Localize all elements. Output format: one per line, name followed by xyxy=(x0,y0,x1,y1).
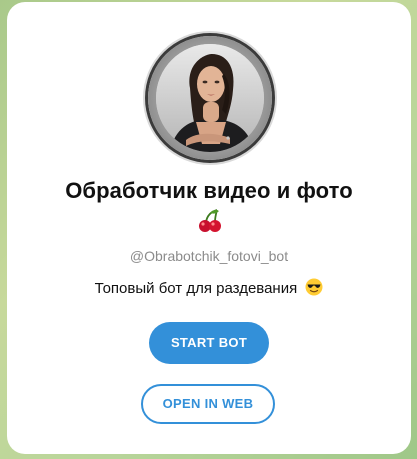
bot-description-text: Топовый бот для раздевания xyxy=(94,280,298,297)
avatar xyxy=(156,44,264,152)
bot-title: Обработчик видео и фото xyxy=(65,178,353,203)
avatar-frame xyxy=(148,36,272,160)
bot-description: Топовый бот для раздевания xyxy=(7,278,411,297)
open-in-web-button[interactable]: OPEN IN WEB xyxy=(141,384,275,424)
bot-profile-card: Обработчик видео и фото @Obrabotchik_fot… xyxy=(7,2,411,454)
avatar-portrait-image xyxy=(156,44,264,152)
cherries-icon xyxy=(199,209,221,232)
bot-username: @Obrabotchik_fotovi_bot xyxy=(129,248,289,264)
sunglasses-face-icon xyxy=(305,278,323,296)
start-bot-button[interactable]: START BOT xyxy=(149,322,269,364)
